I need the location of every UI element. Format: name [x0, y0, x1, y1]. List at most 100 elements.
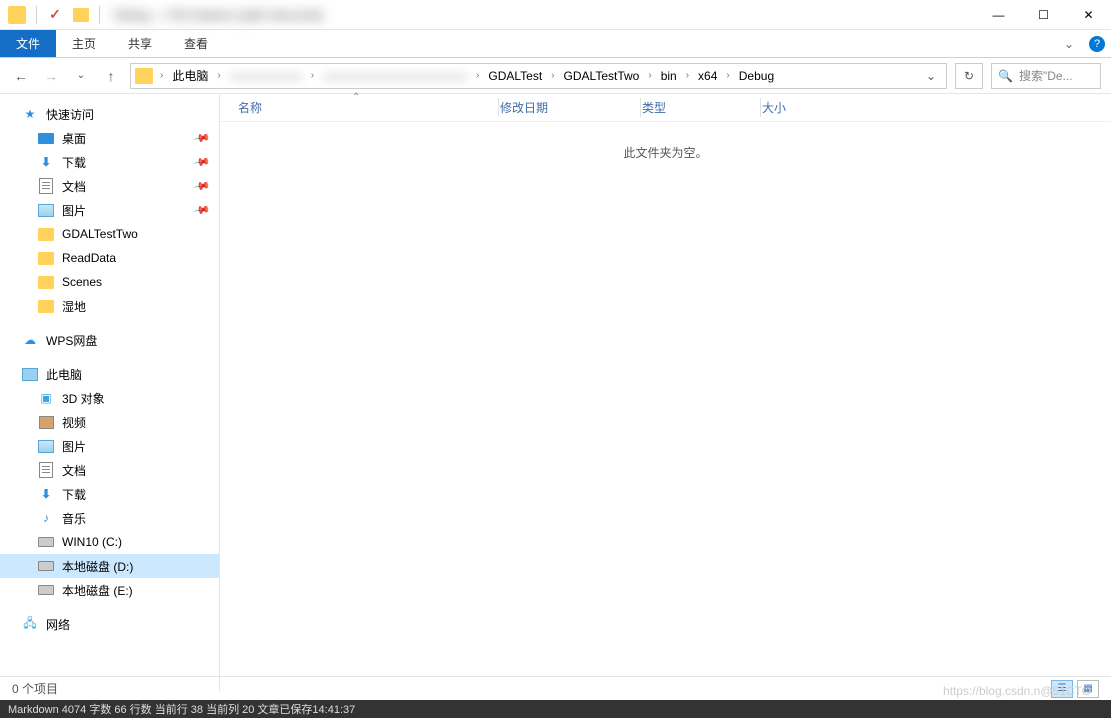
- sidebar-videos[interactable]: 视频: [0, 410, 219, 434]
- chevron-right-icon[interactable]: ›: [684, 70, 691, 81]
- properties-icon[interactable]: ✓: [47, 7, 63, 23]
- sidebar-item-label: 音乐: [62, 510, 86, 527]
- crumb-debug[interactable]: Debug: [733, 69, 780, 83]
- title-bar: ✓ Debug — File Explorer (path obscured) …: [0, 0, 1111, 30]
- recent-locations-icon[interactable]: ⌄: [70, 65, 92, 87]
- column-type[interactable]: 类型: [642, 99, 762, 116]
- tab-home[interactable]: 主页: [56, 30, 112, 57]
- download-icon: ⬇: [38, 486, 54, 502]
- sidebar-readdata[interactable]: ReadData: [0, 246, 219, 270]
- chevron-right-icon[interactable]: ›: [646, 70, 653, 81]
- chevron-right-icon[interactable]: ›: [474, 70, 481, 81]
- maximize-button[interactable]: ☐: [1021, 0, 1066, 30]
- crumb-hidden[interactable]: ——————: [224, 69, 308, 83]
- sidebar-3d-objects[interactable]: ▣ 3D 对象: [0, 386, 219, 410]
- sidebar-scenes[interactable]: Scenes: [0, 270, 219, 294]
- sidebar-item-label: 下载: [62, 486, 86, 503]
- sort-indicator-icon: ⌃: [352, 92, 360, 103]
- search-placeholder: 搜索"De...: [1019, 67, 1073, 84]
- sidebar-item-label: 快速访问: [46, 106, 94, 123]
- pin-icon: 📌: [193, 129, 212, 148]
- sidebar-drive-e[interactable]: 本地磁盘 (E:): [0, 578, 219, 602]
- sidebar-music[interactable]: ♪ 音乐: [0, 506, 219, 530]
- address-bar[interactable]: › 此电脑 › —————— › ———————————— › GDALTest…: [130, 63, 947, 89]
- tab-share[interactable]: 共享: [112, 30, 168, 57]
- sidebar-this-pc[interactable]: 此电脑: [0, 362, 219, 386]
- new-folder-icon[interactable]: [73, 8, 89, 22]
- empty-folder-message: 此文件夹为空。: [220, 144, 1111, 161]
- chevron-right-icon[interactable]: ›: [724, 70, 731, 81]
- chevron-right-icon[interactable]: ›: [309, 70, 316, 81]
- back-button[interactable]: ←: [10, 65, 32, 87]
- watermark-text: https://blog.csdn.n@51CTO: [943, 684, 1091, 698]
- separator: [99, 6, 100, 24]
- crumb-hidden[interactable]: ————————————: [317, 69, 473, 83]
- sidebar-item-label: 湿地: [62, 298, 86, 315]
- help-button[interactable]: ?: [1083, 30, 1111, 57]
- crumb-this-pc[interactable]: 此电脑: [166, 67, 214, 84]
- window-controls: — ☐ ✕: [976, 0, 1111, 30]
- forward-button[interactable]: →: [40, 65, 62, 87]
- navigation-pane: ★ 快速访问 桌面 📌 ⬇ 下载 📌 文档 📌 图片 📌 GDALTestTwo: [0, 94, 220, 691]
- file-list-pane: ⌃ 名称 修改日期 类型 大小 此文件夹为空。: [220, 94, 1111, 691]
- sidebar-quick-access[interactable]: ★ 快速访问: [0, 102, 219, 126]
- item-count: 0 个项目: [12, 680, 58, 697]
- column-name[interactable]: 名称: [238, 99, 500, 116]
- crumb-gdaltesttwo[interactable]: GDALTestTwo: [558, 69, 646, 83]
- tab-file[interactable]: 文件: [0, 30, 56, 57]
- window-title: Debug — File Explorer (path obscured): [114, 8, 976, 22]
- cloud-icon: ☁: [22, 332, 38, 348]
- column-size[interactable]: 大小: [762, 99, 862, 116]
- folder-icon: [8, 6, 26, 24]
- sidebar-documents-2[interactable]: 文档: [0, 458, 219, 482]
- sidebar-item-label: 桌面: [62, 130, 86, 147]
- pin-icon: 📌: [193, 153, 212, 172]
- sidebar-item-label: Scenes: [62, 275, 102, 289]
- address-dropdown-icon[interactable]: ⌄: [920, 69, 942, 83]
- sidebar-drive-d[interactable]: 本地磁盘 (D:): [0, 554, 219, 578]
- sidebar-item-label: 3D 对象: [62, 390, 105, 407]
- sidebar-network[interactable]: 🖧 网络: [0, 612, 219, 636]
- sidebar-desktop[interactable]: 桌面 📌: [0, 126, 219, 150]
- ribbon-tabs: 文件 主页 共享 查看 ⌄ ?: [0, 30, 1111, 58]
- sidebar-item-label: 本地磁盘 (E:): [62, 582, 133, 599]
- sidebar-gdaltesttwo[interactable]: GDALTestTwo: [0, 222, 219, 246]
- search-input[interactable]: 🔍 搜索"De...: [991, 63, 1101, 89]
- tab-view[interactable]: 查看: [168, 30, 224, 57]
- refresh-button[interactable]: ↻: [955, 63, 983, 89]
- document-icon: [39, 462, 53, 478]
- navigation-bar: ← → ⌄ ↑ › 此电脑 › —————— › ———————————— › …: [0, 58, 1111, 94]
- chevron-right-icon[interactable]: ›: [215, 70, 222, 81]
- chevron-right-icon[interactable]: ›: [549, 70, 556, 81]
- video-icon: [39, 416, 54, 429]
- sidebar-wps[interactable]: ☁ WPS网盘: [0, 328, 219, 352]
- cube-icon: ▣: [38, 390, 54, 406]
- sidebar-documents[interactable]: 文档 📌: [0, 174, 219, 198]
- close-button[interactable]: ✕: [1066, 0, 1111, 30]
- up-button[interactable]: ↑: [100, 65, 122, 87]
- sidebar-pictures-2[interactable]: 图片: [0, 434, 219, 458]
- crumb-x64[interactable]: x64: [692, 69, 723, 83]
- column-date[interactable]: 修改日期: [500, 99, 642, 116]
- quick-access-toolbar: ✓: [0, 6, 100, 24]
- sidebar-wetland[interactable]: 湿地: [0, 294, 219, 318]
- sidebar-item-label: WPS网盘: [46, 332, 97, 349]
- crumb-bin[interactable]: bin: [655, 69, 683, 83]
- download-icon: ⬇: [38, 154, 54, 170]
- ribbon-expand-icon[interactable]: ⌄: [1055, 30, 1083, 57]
- sidebar-item-label: 图片: [62, 202, 86, 219]
- chevron-right-icon[interactable]: ›: [158, 70, 165, 81]
- crumb-gdaltest[interactable]: GDALTest: [482, 69, 548, 83]
- editor-status-bar: Markdown 4074 字数 66 行数 当前行 38 当前列 20 文章已…: [0, 700, 1111, 718]
- sidebar-item-label: 视频: [62, 414, 86, 431]
- sidebar-downloads-2[interactable]: ⬇ 下载: [0, 482, 219, 506]
- folder-icon: [135, 68, 153, 84]
- sidebar-downloads[interactable]: ⬇ 下载 📌: [0, 150, 219, 174]
- picture-icon: [38, 440, 54, 453]
- minimize-button[interactable]: —: [976, 0, 1021, 30]
- sidebar-pictures[interactable]: 图片 📌: [0, 198, 219, 222]
- pin-icon: 📌: [193, 201, 212, 220]
- sidebar-item-label: 此电脑: [46, 366, 82, 383]
- sidebar-drive-c[interactable]: WIN10 (C:): [0, 530, 219, 554]
- drive-icon: [38, 537, 54, 547]
